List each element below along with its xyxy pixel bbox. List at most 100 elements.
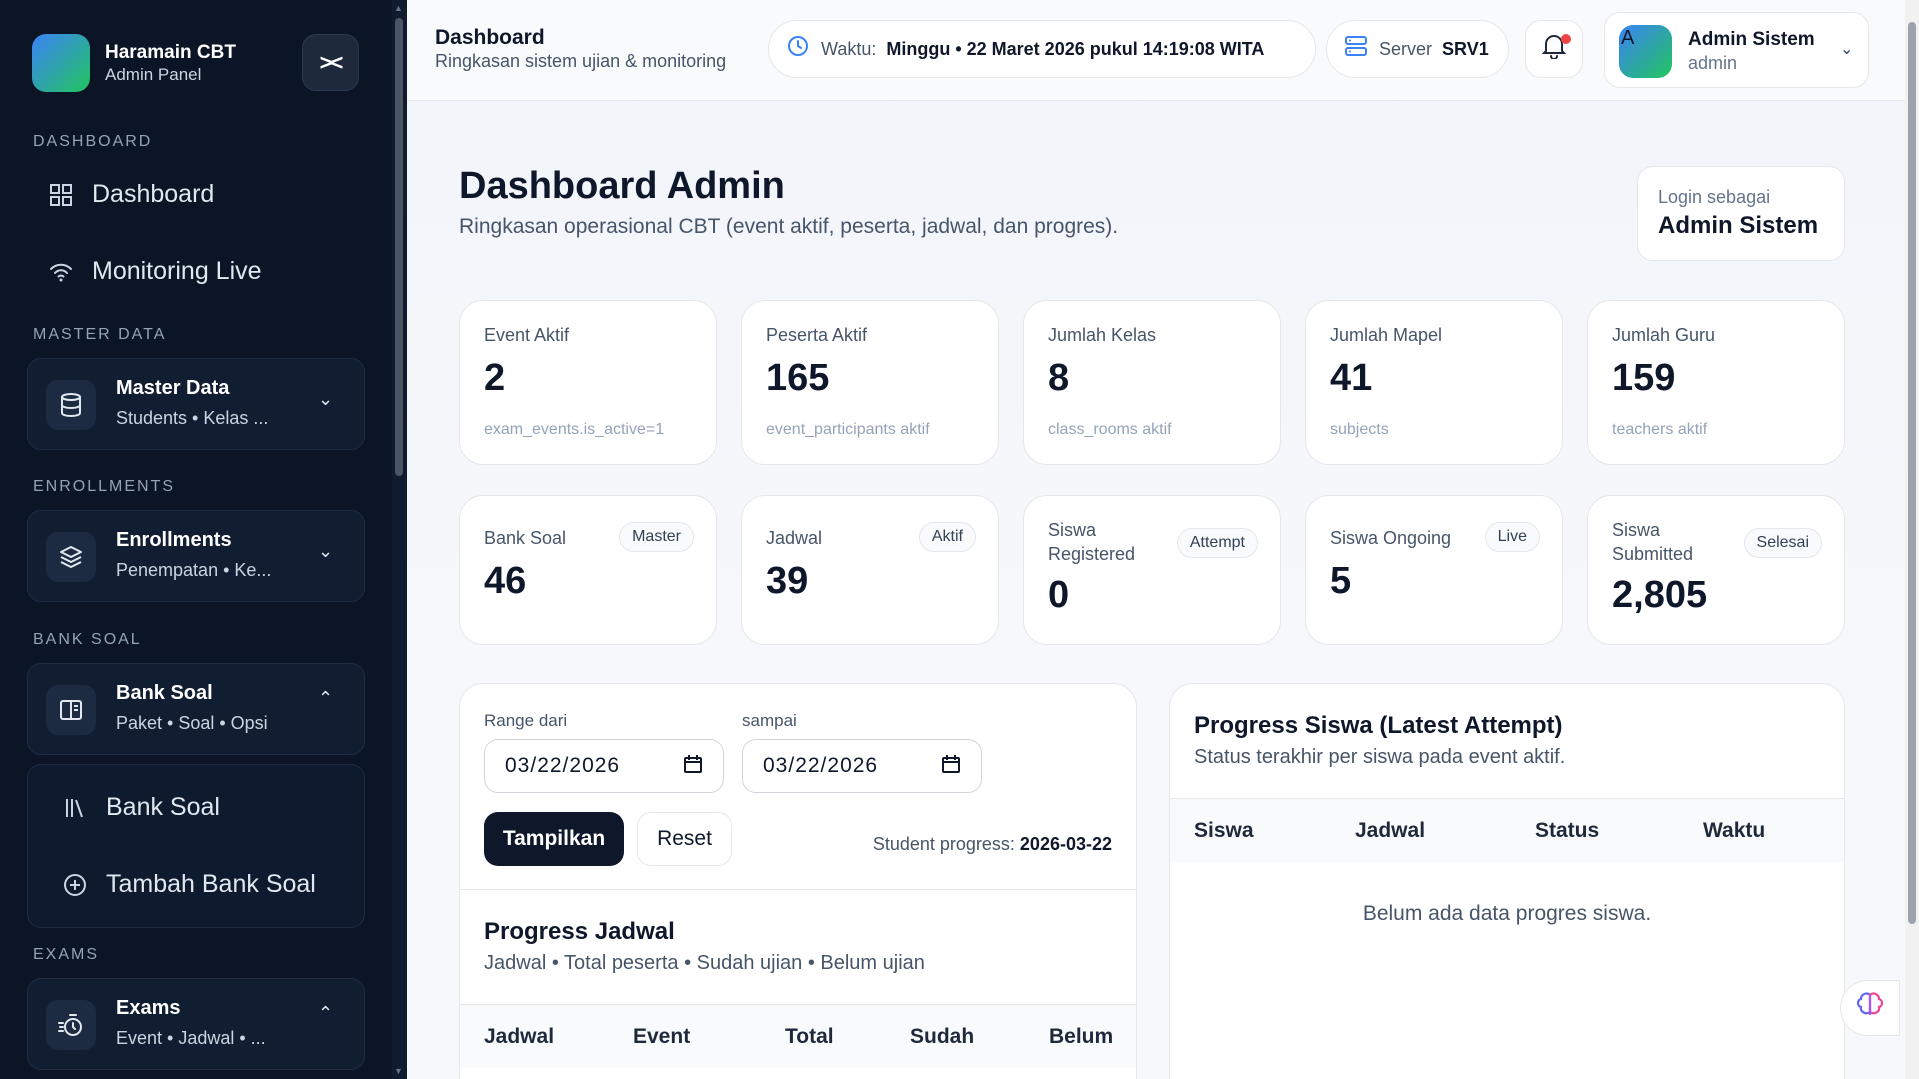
progress-siswa-panel: Progress Siswa (Latest Attempt) Status t… — [1169, 683, 1845, 1079]
server-label: Server — [1379, 38, 1433, 59]
group-title: Bank Soal — [116, 682, 213, 704]
submenu-item-tambah-bank-soal[interactable]: Tambah Bank Soal — [60, 870, 316, 899]
chevron-down-icon: ⌄ — [318, 541, 334, 561]
user-name: Admin Sistem — [1688, 29, 1815, 50]
stat-card-peserta-aktif: Peserta Aktif 165 event_participants akt… — [741, 300, 999, 465]
time-pill: Waktu: Minggu • 22 Maret 2026 pukul 14:1… — [768, 20, 1316, 78]
user-role: admin — [1688, 53, 1738, 73]
sidebar-item-label: Monitoring Live — [92, 257, 262, 285]
sidebar-item-dashboard[interactable]: Dashboard — [46, 180, 214, 209]
topbar-subtitle: Ringkasan sistem ujian & monitoring — [435, 51, 727, 71]
student-progress-date: Student progress: 2026-03-22 — [873, 834, 1112, 855]
status-badge: Aktif — [918, 522, 976, 552]
tampilkan-button[interactable]: Tampilkan — [484, 812, 624, 866]
clock-icon — [787, 35, 809, 63]
column-header: Waktu — [1703, 819, 1766, 842]
student-progress-value: 2026-03-22 — [1019, 834, 1112, 854]
sidebar-item-monitoring[interactable]: Monitoring Live — [46, 257, 262, 286]
student-progress-label: Student progress: — [872, 834, 1015, 854]
stat-card-jumlah-guru: Jumlah Guru 159 teachers aktif — [1587, 300, 1845, 465]
progress-jadwal-subtitle: Jadwal • Total peserta • Sudah ujian • B… — [484, 952, 925, 974]
brand-subtitle: Admin Panel — [105, 64, 202, 84]
submenu-label: Tambah Bank Soal — [106, 870, 316, 898]
stat-value: 2 — [484, 357, 506, 399]
page-scrollbar-thumb[interactable] — [1908, 22, 1916, 924]
time-label: Waktu: — [821, 38, 877, 59]
chevron-up-icon: ⌃ — [318, 688, 334, 708]
range-to-input[interactable]: 03/22/2026 — [742, 739, 982, 793]
group-title: Master Data — [116, 377, 230, 399]
status-badge: Master — [619, 522, 694, 552]
scroll-up-icon[interactable]: ▲ — [394, 3, 403, 13]
group-title: Enrollments — [116, 529, 232, 551]
section-label-exams: EXAMS — [33, 946, 100, 963]
sidebar-group-exams[interactable]: Exams Event • Jadwal • ... ⌃ — [27, 978, 365, 1070]
stat-value: 0 — [1048, 574, 1070, 616]
sidebar-group-master-data[interactable]: Master Data Students • Kelas ... ⌄ — [27, 358, 365, 450]
date-value: 03/22/2026 — [763, 754, 879, 777]
progress-jadwal-panel: Range dari 03/22/2026 sampai 03/22/2026 … — [459, 683, 1137, 1079]
stat-card-jumlah-kelas: Jumlah Kelas 8 class_rooms aktif — [1023, 300, 1281, 465]
stat-value: 5 — [1330, 560, 1352, 602]
sidebar-item-label: Dashboard — [92, 180, 215, 208]
column-header: Status — [1535, 819, 1600, 842]
progress-siswa-table-header: Siswa Jadwal Status Waktu — [1170, 798, 1844, 862]
stat-value: 41 — [1330, 357, 1373, 399]
progress-siswa-subtitle: Status terakhir per siswa pada event akt… — [1194, 746, 1566, 768]
group-subtitle: Students • Kelas ... — [116, 408, 269, 428]
stat-label: Event Aktif — [484, 325, 570, 345]
stat-card-siswa-registered: Siswa Registered Attempt 0 — [1023, 495, 1281, 645]
submenu-label: Bank Soal — [106, 793, 220, 821]
section-label-bank: BANK SOAL — [33, 631, 142, 648]
page-subtitle: Ringkasan operasional CBT (event aktif, … — [459, 215, 1119, 238]
stat-card-bank-soal: Bank Soal Master 46 — [459, 495, 717, 645]
reset-button[interactable]: Reset — [637, 812, 732, 866]
grid-icon — [46, 183, 76, 206]
stat-value: 165 — [766, 357, 830, 399]
submenu-item-bank-soal[interactable]: Bank Soal — [60, 793, 220, 822]
stat-card-siswa-submitted: Siswa Submitted Selesai 2,805 — [1587, 495, 1845, 645]
progress-siswa-title: Progress Siswa (Latest Attempt) — [1194, 712, 1563, 739]
column-header: Sudah — [910, 1025, 975, 1048]
brain-icon — [1856, 992, 1884, 1024]
stat-sub: subjects — [1330, 421, 1389, 438]
range-from-input[interactable]: 03/22/2026 — [484, 739, 724, 793]
assistant-button[interactable] — [1840, 980, 1900, 1036]
time-value: Minggu • 22 Maret 2026 pukul 14:19:08 WI… — [886, 38, 1265, 59]
login-name: Admin Sistem — [1658, 212, 1819, 239]
sidebar-scrollbar-thumb[interactable] — [395, 18, 403, 476]
progress-jadwal-table-header: Jadwal Event Total Sudah Belum — [460, 1004, 1136, 1068]
stat-value: 2,805 — [1612, 574, 1708, 616]
column-header: Jadwal — [484, 1025, 555, 1048]
page-title: Dashboard Admin — [459, 165, 785, 207]
user-menu[interactable]: A Admin Sistem admin ⌄ — [1604, 12, 1869, 88]
database-icon — [46, 380, 96, 430]
calendar-icon[interactable] — [941, 754, 961, 780]
sidebar-group-bank-soal[interactable]: Bank Soal Paket • Soal • Opsi ⌃ — [27, 663, 365, 755]
stat-value: 46 — [484, 560, 527, 602]
stat-label: Bank Soal — [484, 528, 567, 548]
collapse-icon: >< — [319, 49, 344, 75]
empty-state: Belum ada data progres siswa. — [1362, 902, 1652, 925]
section-label-dashboard: DASHBOARD — [33, 133, 153, 150]
scroll-down-icon[interactable]: ▼ — [394, 1066, 403, 1076]
status-badge: Attempt — [1176, 528, 1258, 558]
main-content: Dashboard Ringkasan sistem ujian & monit… — [407, 0, 1905, 1079]
stat-value: 159 — [1612, 357, 1676, 399]
calendar-icon[interactable] — [683, 754, 703, 780]
collapse-sidebar-button[interactable]: >< — [302, 34, 359, 91]
column-header: Event — [633, 1025, 691, 1048]
progress-jadwal-title: Progress Jadwal — [484, 918, 675, 945]
notifications-button[interactable] — [1525, 20, 1583, 78]
group-subtitle: Event • Jadwal • ... — [116, 1028, 266, 1048]
stat-label: Siswa Registered — [1048, 520, 1136, 564]
stat-value: 8 — [1048, 357, 1070, 399]
timer-icon — [46, 1000, 96, 1050]
stat-label: Jadwal — [766, 528, 823, 548]
chevron-down-icon: ⌄ — [318, 389, 334, 409]
sidebar-group-enrollments[interactable]: Enrollments Penempatan • Ke... ⌄ — [27, 510, 365, 602]
notification-dot — [1561, 34, 1571, 44]
stat-sub: class_rooms aktif — [1048, 421, 1172, 438]
date-value: 03/22/2026 — [505, 754, 621, 777]
brand-title: Haramain CBT — [105, 41, 236, 63]
